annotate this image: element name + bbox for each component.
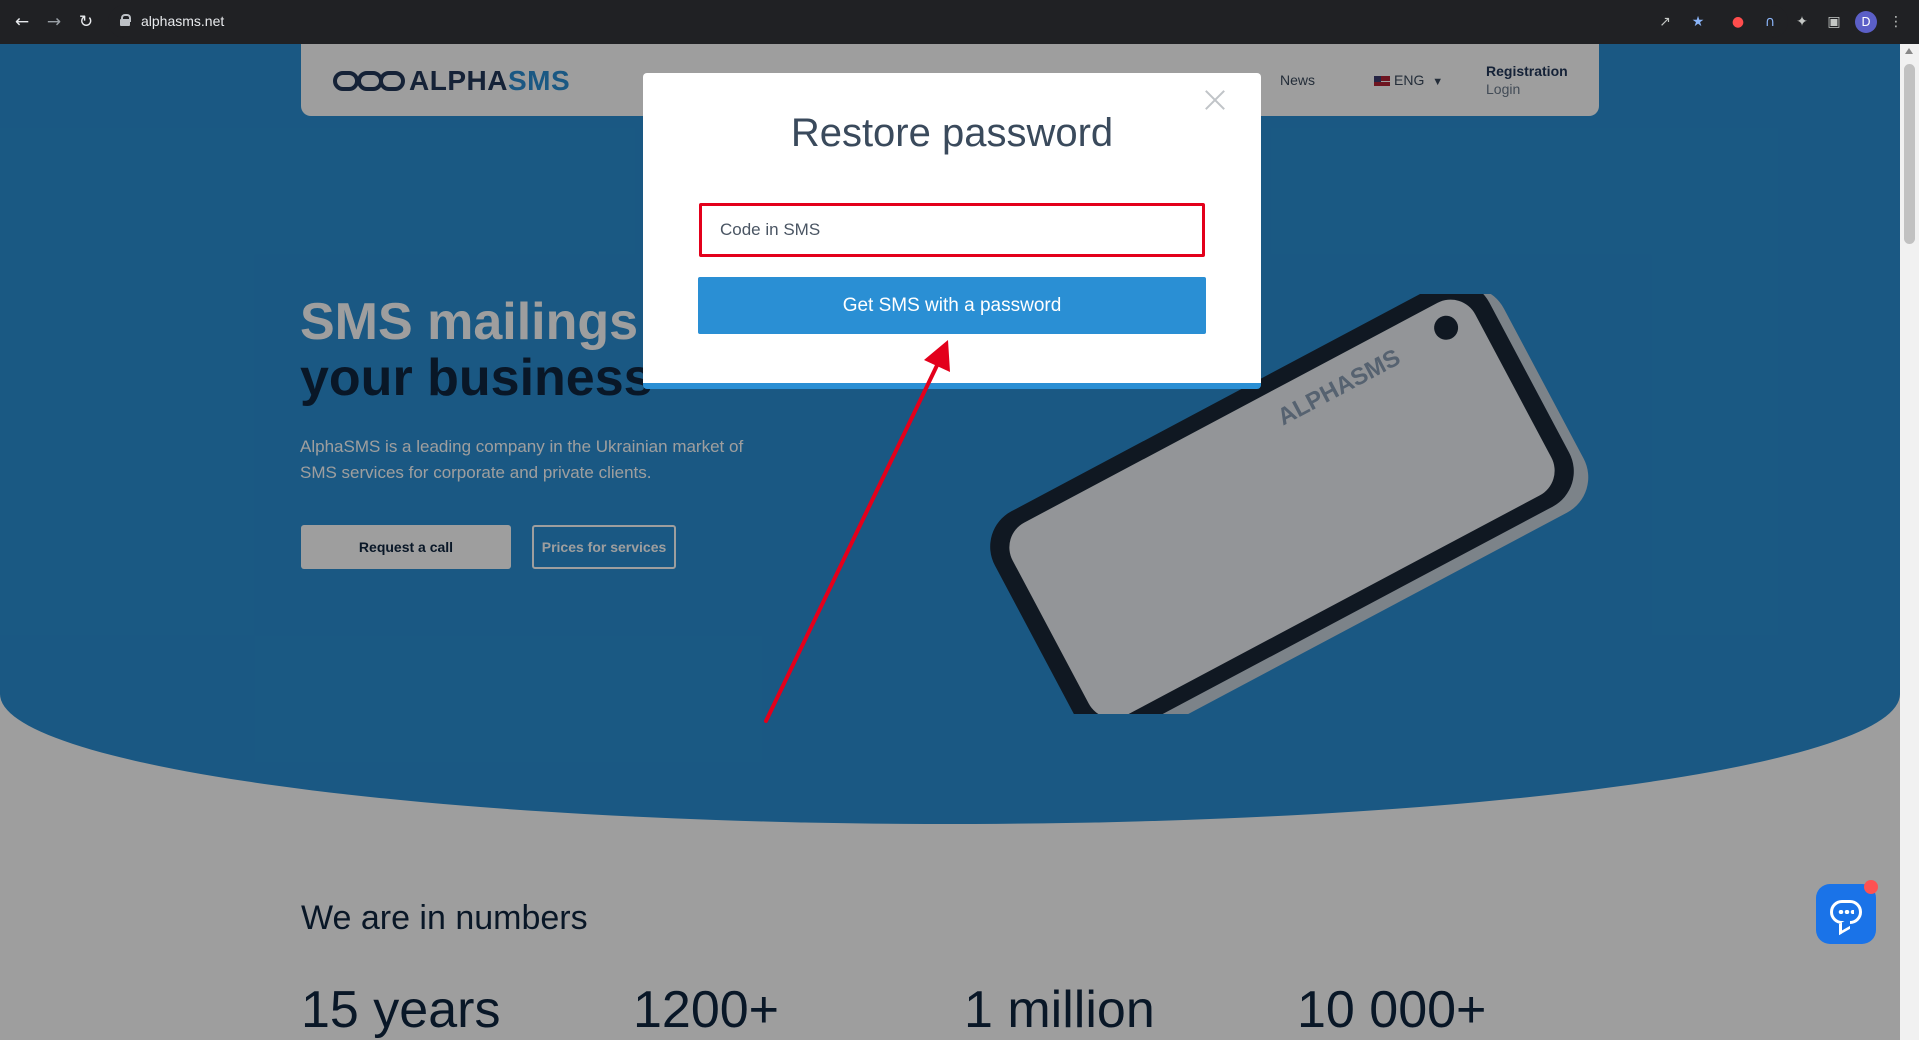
sidebar-icon[interactable]: ▣ (1824, 12, 1844, 32)
bookmark-star-icon[interactable]: ★ (1688, 12, 1708, 32)
chat-notification-dot (1864, 880, 1878, 894)
restore-password-modal: Restore password Get SMS with a password (643, 73, 1261, 389)
address-bar[interactable]: alphasms.net (108, 5, 1788, 38)
profile-avatar[interactable]: D (1855, 11, 1877, 33)
share-icon[interactable]: ↗ (1655, 12, 1675, 32)
modal-title: Restore password (790, 111, 1114, 155)
scroll-up-icon[interactable] (1905, 48, 1913, 54)
page-scrollbar[interactable] (1900, 44, 1919, 1040)
extension-red-icon[interactable]: ● (1728, 12, 1748, 32)
url-text: alphasms.net (141, 13, 225, 29)
lock-icon (120, 14, 131, 26)
sms-code-input[interactable] (699, 203, 1205, 257)
forward-icon[interactable]: → (42, 10, 66, 34)
extension-arc-icon[interactable]: ∩ (1760, 12, 1780, 32)
scrollbar-thumb[interactable] (1904, 64, 1915, 244)
menu-icon[interactable]: ⋮ (1886, 12, 1906, 32)
reload-icon[interactable]: ↻ (74, 10, 98, 34)
browser-toolbar: ← → ↻ alphasms.net ↗ ★ ● ∩ ✦ ▣ D ⋮ (0, 0, 1919, 44)
get-sms-button[interactable]: Get SMS with a password (698, 277, 1206, 334)
close-icon[interactable] (1203, 87, 1227, 111)
puzzle-icon[interactable]: ✦ (1792, 12, 1812, 32)
back-icon[interactable]: ← (10, 10, 34, 34)
